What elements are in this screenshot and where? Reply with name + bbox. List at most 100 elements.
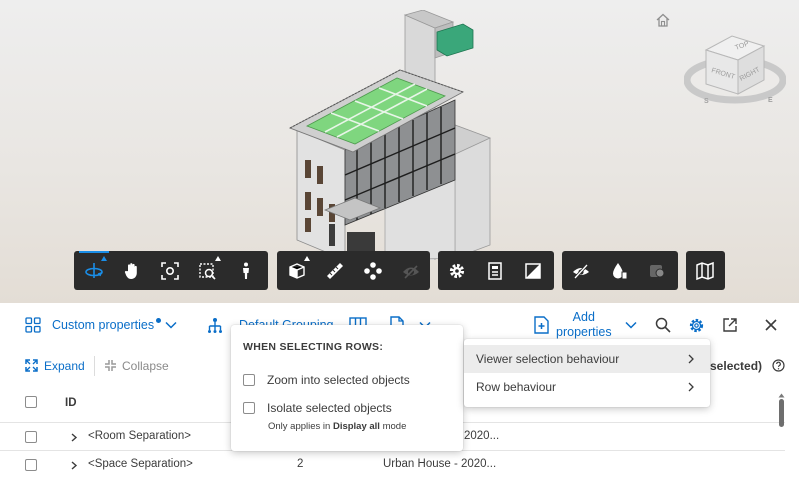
row-checkbox[interactable] xyxy=(25,431,37,443)
map-icon xyxy=(696,261,714,280)
fullscreen-icon xyxy=(525,262,541,279)
isolate-objects-icon xyxy=(613,262,628,279)
add-properties-button[interactable]: Add properties xyxy=(556,310,612,340)
menu-item-viewer-selection-behaviour[interactable]: Viewer selection behaviour xyxy=(464,345,710,373)
map-button[interactable] xyxy=(686,251,724,290)
collapse-label: Collapse xyxy=(122,359,169,373)
viewer-toolbar xyxy=(0,251,799,291)
zoom-selected-option[interactable]: Zoom into selected objects xyxy=(243,373,410,387)
row-checkbox[interactable] xyxy=(25,459,37,471)
expand-button[interactable]: Expand xyxy=(44,359,85,373)
menu-item-row-behaviour[interactable]: Row behaviour xyxy=(464,373,710,401)
chevron-right-icon[interactable] xyxy=(70,433,78,442)
table-row[interactable]: <Space Separation> 2 Urban House - 2020.… xyxy=(0,450,785,478)
zoom-window-button[interactable] xyxy=(189,251,227,290)
toolbar-navigation-group xyxy=(74,251,268,290)
add-properties-label-line1: Add xyxy=(572,310,595,324)
pan-button[interactable] xyxy=(113,251,151,290)
visibility-button[interactable] xyxy=(392,251,430,290)
custom-properties-button[interactable]: Custom properties xyxy=(52,317,162,332)
hide-objects-button[interactable] xyxy=(562,251,600,290)
add-properties-chevron-icon[interactable] xyxy=(625,320,637,330)
help-icon[interactable] xyxy=(772,359,785,372)
row-name: <Space Separation> xyxy=(88,458,193,470)
measure-icon xyxy=(327,262,343,279)
ghost-objects-icon xyxy=(650,264,665,277)
chevron-right-icon xyxy=(688,354,694,364)
selection-options-popup: WHEN SELECTING ROWS: Zoom into selected … xyxy=(231,325,463,451)
grouping-hierarchy-icon[interactable] xyxy=(207,317,223,334)
model-viewer[interactable]: TOP FRONT RIGHT S E xyxy=(0,0,799,303)
isolate-selected-option[interactable]: Isolate selected objects xyxy=(243,401,392,415)
measure-button[interactable] xyxy=(316,251,354,290)
chevron-down-icon[interactable] xyxy=(165,320,177,330)
compass-east-label: E xyxy=(768,97,773,104)
section-box-button[interactable] xyxy=(278,251,316,290)
zoom-selected-label: Zoom into selected objects xyxy=(267,373,410,387)
expand-label: Expand xyxy=(44,359,85,373)
ghost-objects-button[interactable] xyxy=(638,251,676,290)
zoom-selected-checkbox[interactable] xyxy=(243,374,255,386)
search-icon[interactable] xyxy=(655,317,671,333)
settings-icon xyxy=(449,263,465,278)
collapse-button[interactable]: Collapse xyxy=(122,359,169,373)
isolate-note-bold: Display all xyxy=(332,421,380,432)
first-person-icon xyxy=(243,262,249,279)
add-properties-label-line2: properties xyxy=(556,325,612,339)
row-model: 2020... xyxy=(464,430,500,442)
pan-icon xyxy=(124,262,137,279)
row-count: 2 xyxy=(297,458,304,470)
compass-south-label: S xyxy=(704,98,709,105)
isolate-selected-label: Isolate selected objects xyxy=(267,401,392,415)
isolate-selected-checkbox[interactable] xyxy=(243,402,255,414)
scroll-thumb[interactable] xyxy=(779,399,784,427)
id-column-header[interactable]: ID xyxy=(65,397,77,409)
pop-out-icon[interactable] xyxy=(722,317,738,333)
row-model: Urban House - 2020... xyxy=(383,458,497,470)
fit-to-view-icon xyxy=(161,261,179,280)
collapse-icon[interactable] xyxy=(104,359,117,372)
toolbar-tools-group xyxy=(277,251,430,290)
isolate-note-suffix: mode xyxy=(379,421,407,432)
orbit-button[interactable] xyxy=(75,251,113,290)
building-model[interactable] xyxy=(285,10,495,260)
chevron-right-icon xyxy=(688,382,694,392)
expand-icon[interactable] xyxy=(25,359,38,372)
subbar-divider xyxy=(94,356,95,376)
custom-properties-icon[interactable] xyxy=(25,317,41,333)
hide-objects-icon xyxy=(573,263,589,279)
fit-to-view-button[interactable] xyxy=(151,251,189,290)
explode-button[interactable] xyxy=(354,251,392,290)
chevron-right-icon[interactable] xyxy=(70,461,78,470)
selection-options-heading: WHEN SELECTING ROWS: xyxy=(243,341,384,353)
first-person-button[interactable] xyxy=(227,251,265,290)
isolate-note-prefix: Only applies in xyxy=(268,421,333,432)
row-name: <Room Separation> xyxy=(88,430,191,442)
menu-item-label: Row behaviour xyxy=(476,380,557,394)
gear-icon[interactable] xyxy=(688,317,705,334)
isolate-note: Only applies in Display all mode xyxy=(268,421,406,432)
vertical-scrollbar[interactable] xyxy=(777,393,785,485)
settings-button[interactable] xyxy=(438,251,476,290)
unsaved-indicator-dot xyxy=(156,317,162,323)
section-box-icon xyxy=(289,262,305,279)
hide-visibility-icon xyxy=(403,264,419,279)
toolbar-settings-group xyxy=(438,251,554,290)
select-all-checkbox[interactable] xyxy=(25,396,37,408)
toolbar-object-group xyxy=(562,251,678,290)
orbit-icon xyxy=(85,262,103,278)
isolate-objects-button[interactable] xyxy=(600,251,638,290)
zoom-window-icon xyxy=(199,262,216,280)
properties-panel-button[interactable] xyxy=(476,251,514,290)
view-cube[interactable]: TOP FRONT RIGHT S E xyxy=(684,28,786,110)
home-icon[interactable] xyxy=(654,11,672,29)
scroll-up-icon[interactable] xyxy=(778,393,785,398)
custom-properties-label: Custom properties xyxy=(52,318,155,332)
fullscreen-button[interactable] xyxy=(514,251,552,290)
add-properties-icon[interactable] xyxy=(533,316,550,334)
settings-menu: Viewer selection behaviour Row behaviour xyxy=(464,339,710,407)
close-icon[interactable] xyxy=(764,318,778,332)
toolbar-map-group xyxy=(686,251,725,290)
properties-panel-icon xyxy=(488,261,502,280)
explode-icon xyxy=(364,261,382,280)
